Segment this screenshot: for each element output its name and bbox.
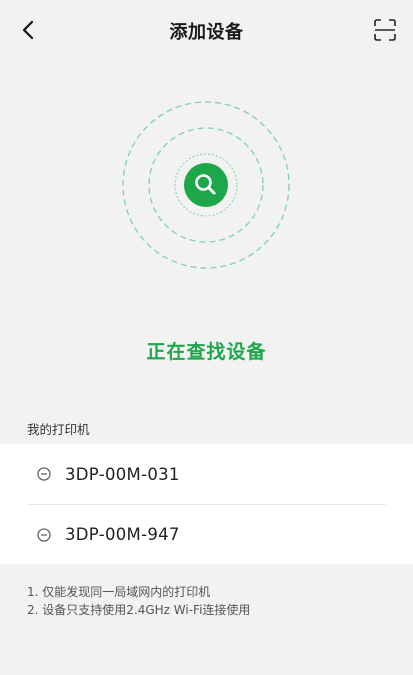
search-radar [121, 100, 291, 270]
printer-name: 3DP-00M-947 [65, 525, 180, 544]
navigation-bar: 添加设备 [0, 0, 413, 60]
printer-name: 3DP-00M-031 [65, 464, 180, 484]
note-line-1: 1. 仅能发现同一局域网内的打印机 [27, 585, 211, 599]
my-printers-heading: 我的打印机 [27, 422, 90, 437]
scan-frame-icon [374, 19, 396, 41]
printer-list-item[interactable]: 3DP-00M-031 [27, 444, 386, 505]
printer-list-item[interactable]: 3DP-00M-947 [27, 505, 386, 564]
page-title: 添加设备 [169, 22, 244, 43]
scan-button[interactable] [371, 16, 399, 44]
minus-circle-icon[interactable] [37, 467, 51, 481]
notes: 1. 仅能发现同一局域网内的打印机 2. 设备只支持使用2.4GHz Wi-Fi… [27, 583, 250, 619]
search-status-text: 正在查找设备 [146, 341, 267, 363]
note-line-2: 2. 设备只支持使用2.4GHz Wi-Fi连接使用 [27, 603, 251, 617]
search-button-circle [184, 163, 228, 207]
minus-circle-icon[interactable] [37, 527, 51, 542]
printer-list: 3DP-00M-031 3DP-00M-947 [0, 444, 413, 564]
